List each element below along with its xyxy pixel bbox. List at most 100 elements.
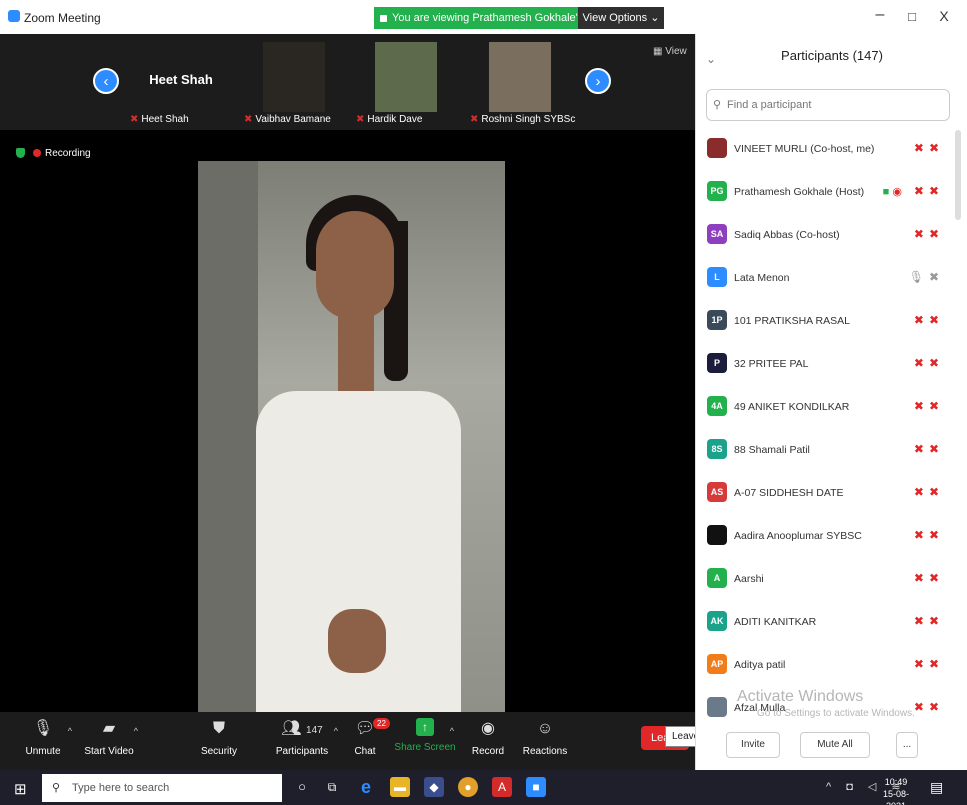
panel-title: Participants (147) [781,48,883,63]
participant-avatar: A [707,568,727,588]
thumbnail-heet-shah[interactable]: Heet Shah ✖ Heet Shah [126,42,236,125]
participant-row[interactable]: SA Sadiq Abbas (Co-host) ✖✖ [696,216,958,259]
cortana-icon[interactable]: ○ [292,777,312,797]
participant-row[interactable]: 1P 101 PRATIKSHA RASAL ✖✖ [696,302,958,345]
task-view-icon[interactable]: ⧉ [322,777,342,797]
prev-page-button[interactable]: ‹ [93,68,119,94]
minimize-button[interactable]: – [870,6,890,24]
participant-video [263,42,325,112]
security-shield-icon [16,148,25,159]
participant-row[interactable]: A Aarshi ✖✖ [696,560,958,603]
notifications-icon[interactable]: ▤ [930,779,943,796]
view-button[interactable]: ▦ View [653,46,687,57]
participant-row[interactable]: AS A-07 SIDDHESH DATE ✖✖ [696,474,958,517]
participant-name: Afzal Mulla [734,702,786,714]
participant-name: Sadiq Abbas (Co-host) [734,229,840,241]
muted-mic-video-off-icon: ✖✖ [913,356,944,370]
muted-mic-video-off-icon: ✖✖ [913,313,944,327]
muted-mic-video-off-icon: 🎙︎✖ [908,270,944,284]
participant-avatar: AP [707,654,727,674]
participant-row[interactable]: L Lata Menon 🎙︎✖ [696,259,958,302]
thumbnail-strip: ‹ Heet Shah ✖ Heet Shah ✖ Vaibhav Bamane ✖… [0,34,695,130]
invite-button[interactable]: Invite [726,732,780,758]
recording-label: Recording [45,148,91,159]
security-button[interactable]: ⛊ Security [186,718,252,757]
chevron-up-icon[interactable]: ^ [134,726,138,736]
participant-row[interactable]: Aadira Anooplumar SYBSC ✖✖ [696,517,958,560]
thumbnail-hardik-dave[interactable]: ✖ Hardik Dave [352,42,462,125]
thumbnail-vaibhav-bamane[interactable]: ✖ Vaibhav Bamane [240,42,350,125]
panel-scrollbar[interactable] [955,130,961,220]
participant-list: VINEET MURLI (Co-host, me) ✖✖ PG Prathamesh… [696,130,958,732]
edge-icon[interactable]: e [356,777,376,797]
participant-row[interactable]: AK ADITI KANITKAR ✖✖ [696,603,958,646]
zoom-window: Zoom Meeting You are viewing Prathamesh … [0,0,967,805]
windows-start-icon[interactable]: ⊞ [14,780,27,798]
participant-name: 49 ANIKET KONDILKAR [734,401,850,413]
participant-name: 32 PRITEE PAL [734,358,809,370]
viewing-text: You are viewing Prathamesh Gokhale's scr… [392,12,578,24]
participant-name: Aadira Anooplumar SYBSC [734,530,862,542]
participant-name: VINEET MURLI (Co-host, me) [734,143,875,155]
taskbar-search-box[interactable]: ⚲ Type here to search [42,774,282,802]
share-screen-button[interactable]: ↑ ^ Share Screen [392,718,458,753]
muted-mic-icon: 🎙︎ [32,720,54,737]
thumbnail-roshni-singh[interactable]: ✖ Roshni Singh SYBSc [466,42,576,125]
zoom-logo-icon [8,10,20,22]
windows-taskbar: ⊞ ⚲ Type here to search ○ ⧉ e ▬ ◆ ● A ■ ^… [0,770,967,805]
participant-avatar: 4A [707,396,727,416]
zoom-taskbar-icon[interactable]: ■ [526,777,546,797]
chevron-up-icon[interactable]: ^ [68,726,72,736]
participant-row[interactable]: VINEET MURLI (Co-host, me) ✖✖ [696,130,958,173]
muted-mic-icon: ✖ [356,114,365,125]
window-title: Zoom Meeting [24,11,101,25]
photos-icon[interactable]: ◆ [424,777,444,797]
acrobat-icon[interactable]: A [492,777,512,797]
reactions-button[interactable]: ☺ Reactions [512,718,578,757]
participant-row[interactable]: AP Aditya patil ✖✖ [696,646,958,689]
panel-footer: Invite Mute All ... [696,724,967,770]
participant-name: ADITI KANITKAR [734,616,817,628]
active-speaker-name: Heet Shah [149,72,213,87]
thumbnail-name: ✖ Roshni Singh SYBSc [470,114,576,125]
thumbnail-name: ✖ Heet Shah [130,114,189,125]
muted-mic-video-off-icon: ✖✖ [913,485,944,499]
close-button[interactable]: X [934,8,954,24]
participant-video [489,42,551,112]
muted-mic-video-off-icon: ✖✖ [913,399,944,413]
participant-avatar: P [707,353,727,373]
mute-all-button[interactable]: Mute All [800,732,870,758]
chat-button[interactable]: 💬︎ 22 Chat [332,718,398,757]
participant-name: Prathamesh Gokhale (Host) [734,186,865,198]
chrome-icon[interactable]: ● [458,777,478,797]
participant-row[interactable]: PG Prathamesh Gokhale (Host) ✖✖ ■ ◉ [696,173,958,216]
participants-icon: 👥︎ 147 [281,720,323,737]
more-options-button[interactable]: ... [896,732,918,758]
muted-mic-video-off-icon: ✖✖ [913,442,944,456]
muted-mic-video-off-icon: ✖✖ [913,528,944,542]
participants-button[interactable]: 👥︎ 147 ^ Participants [262,718,342,757]
record-dot-icon [33,149,41,158]
thumbnail-name: ✖ Hardik Dave [356,114,423,125]
file-explorer-icon[interactable]: ▬ [390,777,410,797]
start-video-button[interactable]: ▰ ^ Start Video [76,718,142,757]
recording-indicator: Recording [16,148,91,159]
participant-row[interactable]: 8S 88 Shamali Patil ✖✖ [696,431,958,474]
participant-video [375,42,437,112]
participant-name: Aarshi [734,573,764,585]
participant-avatar: L [707,267,727,287]
muted-mic-video-off-icon: ✖✖ [913,184,944,198]
participant-name: Aditya patil [734,659,786,671]
participant-row[interactable]: 4A 49 ANIKET KONDILKAR ✖✖ [696,388,958,431]
unmute-button[interactable]: 🎙︎ ^ Unmute [10,718,76,757]
participant-avatar [707,525,727,545]
chevron-up-icon[interactable]: ^ [450,726,454,736]
participant-search-input[interactable]: ⚲ Find a participant [706,89,950,121]
participant-row[interactable]: P 32 PRITEE PAL ✖✖ [696,345,958,388]
muted-mic-video-off-icon: ✖✖ [913,614,944,628]
next-page-button[interactable]: › [585,68,611,94]
muted-mic-icon: ✖ [470,114,479,125]
view-options-button[interactable]: View Options ⌄ [578,7,664,29]
taskbar-clock[interactable]: 10:49 15-08-2021 [878,776,914,805]
restore-button[interactable]: □ [902,9,922,24]
